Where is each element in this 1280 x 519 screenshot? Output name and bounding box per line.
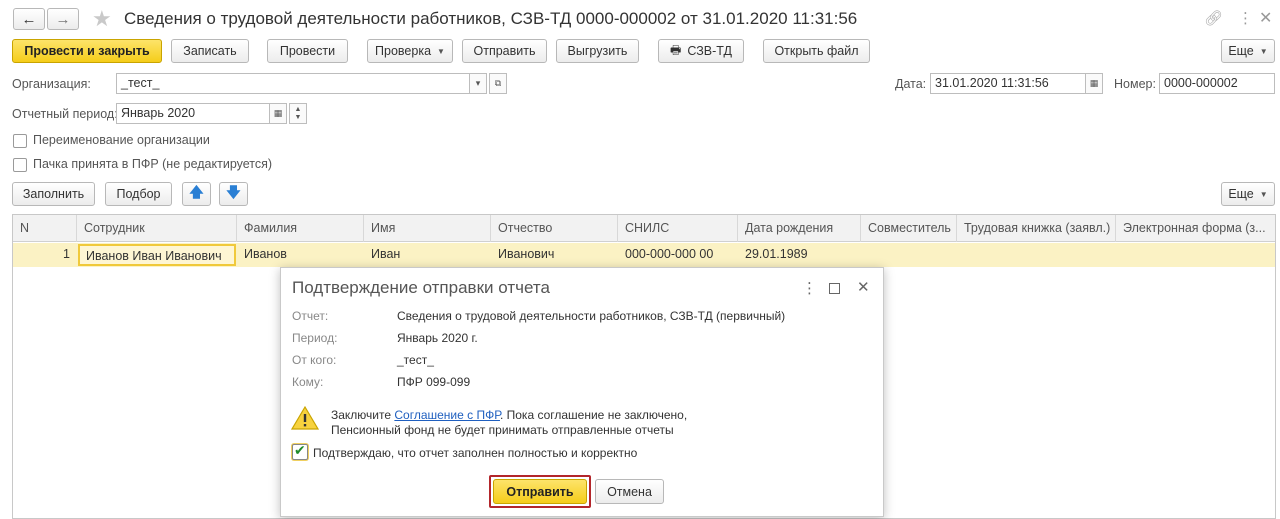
dialog-title: Подтверждение отправки отчета: [292, 278, 550, 297]
warning-suffix: . Пока соглашение не заключено,: [499, 408, 688, 422]
accepted-pfr-label: Пачка принята в ПФР (не редактируется): [33, 157, 273, 171]
row-snils: 000-000-000 00: [625, 247, 714, 261]
window-title: Сведения о трудовой деятельности работни…: [124, 9, 858, 28]
dialog-from-value: _тест_: [397, 353, 434, 367]
calendar-icon: ▦: [1089, 78, 1099, 88]
row-birth-date: 29.01.1989: [745, 247, 808, 261]
spin-up-icon: ▲: [294, 105, 302, 113]
row-employee[interactable]: Иванов Иван Иванович: [78, 244, 236, 266]
col-employee[interactable]: Сотрудник: [77, 215, 237, 242]
row-part-time: [861, 243, 957, 267]
warning-line1: Заключите Соглашение с ПФР. Пока соглаше…: [331, 408, 687, 422]
back-button[interactable]: ←: [13, 8, 45, 30]
row-first-name: Иван: [371, 247, 401, 261]
col-workbook[interactable]: Трудовая книжка (заявл.): [957, 215, 1116, 242]
select-button[interactable]: Подбор: [105, 182, 172, 206]
close-icon[interactable]: ✕: [1259, 8, 1272, 28]
szvtd-label: СЗВ-ТД: [687, 44, 732, 58]
save-button[interactable]: Записать: [171, 39, 249, 63]
col-last-name[interactable]: Фамилия: [237, 215, 364, 242]
arrow-up-icon: 🡅︎: [189, 184, 204, 200]
more-label: Еще: [1228, 44, 1254, 58]
date-field[interactable]: 31.01.2020 11:31:56: [930, 73, 1086, 94]
dialog-report-label: Отчет:: [292, 309, 329, 323]
period-field[interactable]: Январь 2020: [116, 103, 270, 124]
calendar-icon: ▦: [273, 108, 283, 118]
chevron-down-icon: ▼: [1259, 46, 1268, 56]
period-spin-button[interactable]: ▲ ▼: [289, 103, 307, 124]
col-patronymic[interactable]: Отчество: [491, 215, 618, 242]
date-label: Дата:: [895, 77, 927, 91]
dialog-period-label: Период:: [292, 331, 338, 345]
agreement-link[interactable]: Соглашение с ПФР: [394, 408, 500, 422]
row-workbook: [957, 243, 1116, 267]
move-up-button[interactable]: 🡅︎: [182, 182, 211, 206]
send-button[interactable]: Отправить: [462, 39, 547, 63]
arrow-right-icon: →: [55, 10, 71, 28]
open-file-button[interactable]: Открыть файл: [763, 39, 870, 63]
rename-org-label: Переименование организации: [33, 133, 210, 147]
maximize-icon[interactable]: [829, 283, 840, 294]
more-label: Еще: [1228, 187, 1254, 201]
col-birth-date[interactable]: Дата рождения: [738, 215, 861, 242]
forward-button[interactable]: →: [47, 8, 79, 30]
open-window-icon: ⧉: [494, 78, 502, 88]
number-field[interactable]: 0000-000002: [1159, 73, 1275, 94]
dialog-send-button[interactable]: Отправить: [493, 479, 587, 504]
row-n: 1: [63, 247, 70, 261]
dialog-report-value: Сведения о трудовой деятельности работни…: [397, 309, 786, 323]
post-button[interactable]: Провести: [267, 39, 348, 63]
row-patronymic: Иванович: [498, 247, 555, 261]
dialog-period-value: Январь 2020 г.: [397, 331, 478, 345]
number-label: Номер:: [1114, 77, 1156, 91]
link-icon[interactable]: 🔗︎: [1204, 9, 1223, 27]
dialog-to-value: ПФР 099-099: [397, 375, 471, 389]
rename-org-checkbox[interactable]: [13, 134, 27, 148]
table-more-button[interactable]: Еще ▼: [1221, 182, 1275, 206]
dialog-from-label: От кого:: [292, 353, 337, 367]
warning-prefix: Заключите: [331, 408, 395, 422]
col-first-name[interactable]: Имя: [364, 215, 491, 242]
more-button[interactable]: Еще ▼: [1221, 39, 1275, 63]
org-dropdown-button[interactable]: ▾: [469, 73, 487, 94]
row-last-name: Иванов: [244, 247, 287, 261]
dialog-cancel-button[interactable]: Отмена: [595, 479, 664, 504]
chevron-down-icon: ▼: [1259, 189, 1268, 199]
org-field[interactable]: _тест_: [116, 73, 470, 94]
fill-button[interactable]: Заполнить: [12, 182, 95, 206]
star-icon[interactable]: ★: [92, 6, 112, 32]
check-button[interactable]: Проверка ▼: [367, 39, 453, 63]
period-label: Отчетный период:: [12, 107, 118, 121]
close-icon[interactable]: ✕: [857, 278, 870, 296]
spin-down-icon: ▼: [294, 113, 302, 121]
check-label: Проверка: [375, 44, 432, 58]
more-vert-icon[interactable]: ⋮: [802, 279, 817, 297]
period-calendar-button[interactable]: ▦: [269, 103, 287, 124]
checkmark-icon: ✔: [294, 442, 306, 458]
post-and-close-button[interactable]: Провести и закрыть: [12, 39, 162, 63]
move-down-button[interactable]: 🡇︎: [219, 182, 248, 206]
confirm-checkbox[interactable]: ✔: [292, 442, 308, 460]
more-vert-icon[interactable]: ⋮: [1238, 9, 1253, 27]
row-electronic-form: [1116, 243, 1275, 267]
printer-icon: 🖶︎: [670, 42, 682, 57]
date-calendar-button[interactable]: ▦: [1085, 73, 1103, 94]
warning-icon: [290, 405, 320, 431]
col-n[interactable]: N: [13, 215, 77, 242]
chevron-down-icon: ▾: [475, 78, 481, 88]
dialog-to-label: Кому:: [292, 375, 324, 389]
arrow-down-icon: 🡇︎: [226, 184, 241, 200]
szvtd-print-button[interactable]: 🖶︎ СЗВ-ТД: [658, 39, 744, 63]
org-open-button[interactable]: ⧉: [489, 73, 507, 94]
upload-button[interactable]: Выгрузить: [556, 39, 639, 63]
accepted-pfr-checkbox[interactable]: [13, 158, 27, 172]
confirm-label: Подтверждаю, что отчет заполнен полность…: [313, 446, 638, 460]
col-snils[interactable]: СНИЛС: [618, 215, 738, 242]
org-label: Организация:: [12, 77, 91, 91]
col-electronic-form[interactable]: Электронная форма (з...: [1116, 215, 1275, 242]
col-part-time[interactable]: Совместитель: [861, 215, 957, 242]
arrow-left-icon: ←: [21, 10, 37, 28]
warning-line2: Пенсионный фонд не будет принимать отпра…: [331, 423, 674, 437]
chevron-down-icon: ▼: [437, 46, 445, 56]
